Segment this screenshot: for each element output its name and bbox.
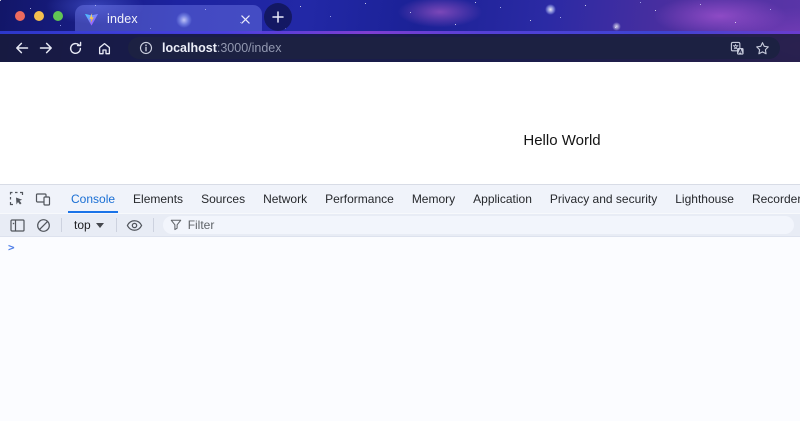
- plus-icon: [272, 11, 284, 23]
- vite-favicon-icon: [84, 12, 99, 27]
- console-toolbar: top: [0, 213, 800, 237]
- browser-chrome: index: [0, 0, 800, 62]
- minimize-window-button[interactable]: [34, 11, 44, 21]
- devtools-tab-recorder[interactable]: Recorder: [743, 185, 800, 213]
- browser-toolbar: localhost:3000/index: [0, 34, 800, 62]
- devtools-tab-privacy-security[interactable]: Privacy and security: [541, 185, 666, 213]
- toolbar-divider: [116, 218, 117, 232]
- tab-strip: index: [0, 0, 800, 33]
- inspect-element-icon[interactable]: [4, 187, 30, 211]
- url-host: localhost: [162, 41, 217, 55]
- console-input-row[interactable]: >: [0, 237, 800, 258]
- chevron-down-icon: [96, 223, 104, 228]
- url-path: :3000/index: [217, 41, 282, 55]
- new-tab-button[interactable]: [264, 3, 292, 31]
- page-viewport: Hello World: [0, 62, 800, 184]
- bookmark-star-icon[interactable]: [753, 39, 771, 57]
- toolbar-divider: [61, 218, 62, 232]
- device-toolbar-icon[interactable]: [30, 187, 56, 211]
- devtools-tabs: Console Elements Sources Network Perform…: [62, 185, 800, 213]
- devtools-tab-lighthouse[interactable]: Lighthouse: [666, 185, 743, 213]
- url-text: localhost:3000/index: [162, 41, 721, 55]
- devtools-panel: Console Elements Sources Network Perform…: [0, 184, 800, 421]
- home-button[interactable]: [92, 36, 116, 60]
- devtools-tab-network[interactable]: Network: [254, 185, 316, 213]
- toolbar-divider: [153, 218, 154, 232]
- window-controls: [15, 11, 63, 21]
- devtools-tab-performance[interactable]: Performance: [316, 185, 403, 213]
- devtools-tab-memory[interactable]: Memory: [403, 185, 464, 213]
- page-heading: Hello World: [523, 132, 600, 149]
- tab-title: index: [107, 12, 229, 26]
- address-bar[interactable]: localhost:3000/index: [128, 37, 780, 59]
- live-expression-eye-icon[interactable]: [122, 214, 148, 236]
- devtools-tab-bar: Console Elements Sources Network Perform…: [0, 185, 800, 213]
- translate-icon[interactable]: [728, 39, 746, 57]
- console-messages-area[interactable]: >: [0, 237, 800, 421]
- browser-tab-index[interactable]: index: [75, 5, 262, 33]
- context-label: top: [74, 218, 91, 232]
- filter-funnel-icon: [170, 219, 182, 231]
- devtools-tab-elements[interactable]: Elements: [124, 185, 192, 213]
- back-button[interactable]: [10, 36, 34, 60]
- filter-input[interactable]: [188, 218, 787, 232]
- reload-button[interactable]: [63, 36, 87, 60]
- browser-window: index: [0, 0, 800, 421]
- forward-button[interactable]: [34, 36, 58, 60]
- devtools-tab-sources[interactable]: Sources: [192, 185, 254, 213]
- console-sidebar-toggle-icon[interactable]: [4, 214, 30, 236]
- console-filter-field[interactable]: [163, 216, 794, 234]
- close-window-button[interactable]: [15, 11, 25, 21]
- devtools-tab-application[interactable]: Application: [464, 185, 541, 213]
- javascript-context-selector[interactable]: top: [67, 218, 111, 232]
- zoom-window-button[interactable]: [53, 11, 63, 21]
- clear-console-icon[interactable]: [30, 214, 56, 236]
- site-info-icon[interactable]: [137, 39, 155, 57]
- devtools-tab-console[interactable]: Console: [62, 185, 124, 213]
- console-prompt-icon: >: [8, 241, 15, 254]
- tab-close-icon[interactable]: [237, 11, 253, 27]
